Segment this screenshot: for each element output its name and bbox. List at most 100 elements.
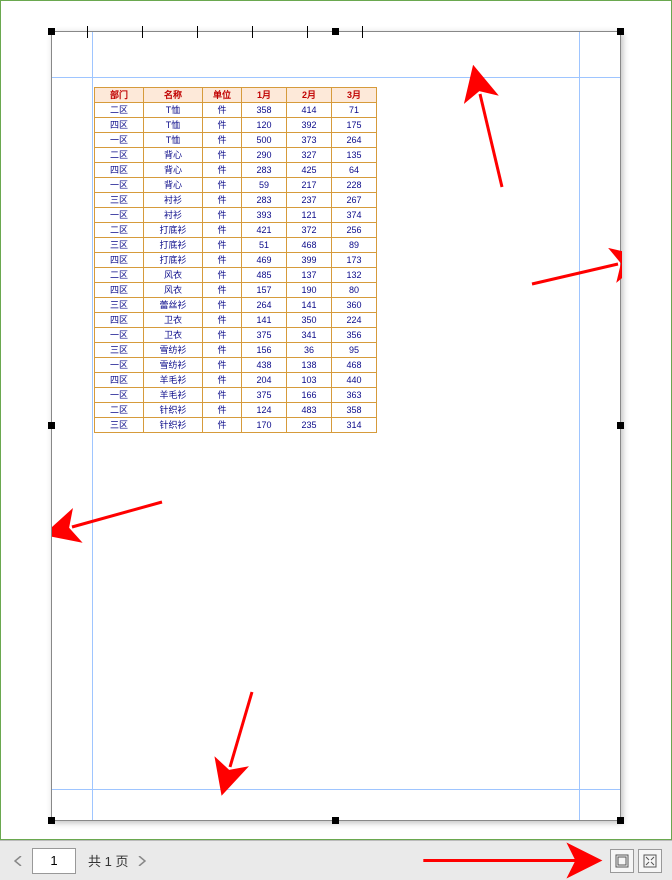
table-cell: 141 bbox=[242, 313, 287, 328]
ruler-tick bbox=[87, 26, 88, 38]
table-cell: 件 bbox=[203, 313, 242, 328]
table-cell: 件 bbox=[203, 208, 242, 223]
table-cell: 51 bbox=[242, 238, 287, 253]
table-cell: 358 bbox=[242, 103, 287, 118]
table-cell: 135 bbox=[332, 148, 377, 163]
resize-handle-sw[interactable] bbox=[48, 817, 55, 824]
table-cell: 103 bbox=[287, 373, 332, 388]
table-cell: 一区 bbox=[95, 388, 144, 403]
table-header-cell: 部门 bbox=[95, 88, 144, 103]
table-cell: 124 bbox=[242, 403, 287, 418]
ruler-tick bbox=[142, 26, 143, 38]
ruler-tick bbox=[252, 26, 253, 38]
table-cell: T恤 bbox=[144, 118, 203, 133]
resize-handle-e[interactable] bbox=[617, 422, 624, 429]
table-cell: 283 bbox=[242, 163, 287, 178]
table-cell: 件 bbox=[203, 178, 242, 193]
table-cell: 一区 bbox=[95, 358, 144, 373]
data-table: 部门名称单位1月2月3月 二区T恤件35841471四区T恤件120392175… bbox=[94, 87, 377, 433]
arrow-annotation bbox=[72, 502, 162, 527]
ruler-tick bbox=[362, 26, 363, 38]
table-cell: 358 bbox=[332, 403, 377, 418]
margin-guide-top bbox=[52, 77, 620, 78]
table-cell: 风衣 bbox=[144, 268, 203, 283]
table-cell: 四区 bbox=[95, 283, 144, 298]
table-cell: 175 bbox=[332, 118, 377, 133]
spacer bbox=[150, 841, 606, 880]
print-preview-area: 部门名称单位1月2月3月 二区T恤件35841471四区T恤件120392175… bbox=[0, 0, 672, 840]
table-row: 三区打底衫件5146889 bbox=[95, 238, 377, 253]
table-cell: 373 bbox=[287, 133, 332, 148]
resize-handle-n[interactable] bbox=[332, 28, 339, 35]
table-cell: 件 bbox=[203, 193, 242, 208]
next-page-button[interactable] bbox=[134, 853, 150, 869]
table-cell: 针织衫 bbox=[144, 403, 203, 418]
table-cell: 件 bbox=[203, 283, 242, 298]
table-row: 四区T恤件120392175 bbox=[95, 118, 377, 133]
table-cell: 469 bbox=[242, 253, 287, 268]
arrow-annotation bbox=[532, 264, 618, 284]
table-cell: 打底衫 bbox=[144, 223, 203, 238]
table-cell: 件 bbox=[203, 358, 242, 373]
table-cell: 件 bbox=[203, 388, 242, 403]
table-cell: 件 bbox=[203, 103, 242, 118]
report-content: 部门名称单位1月2月3月 二区T恤件35841471四区T恤件120392175… bbox=[94, 87, 377, 433]
table-cell: 二区 bbox=[95, 223, 144, 238]
table-cell: 针织衫 bbox=[144, 418, 203, 433]
table-cell: 一区 bbox=[95, 133, 144, 148]
table-cell: 蕾丝衫 bbox=[144, 298, 203, 313]
single-page-icon bbox=[615, 854, 629, 868]
resize-handle-ne[interactable] bbox=[617, 28, 624, 35]
resize-handle-s[interactable] bbox=[332, 817, 339, 824]
table-cell: 件 bbox=[203, 253, 242, 268]
table-cell: 156 bbox=[242, 343, 287, 358]
page-nav-bar: 共 1 页 bbox=[0, 840, 672, 880]
table-cell: 375 bbox=[242, 328, 287, 343]
table-cell: 483 bbox=[287, 403, 332, 418]
table-row: 一区雪纺衫件438138468 bbox=[95, 358, 377, 373]
resize-handle-nw[interactable] bbox=[48, 28, 55, 35]
table-row: 二区风衣件485137132 bbox=[95, 268, 377, 283]
table-cell: 170 bbox=[242, 418, 287, 433]
table-cell: 卫衣 bbox=[144, 328, 203, 343]
table-cell: 一区 bbox=[95, 178, 144, 193]
table-cell: 二区 bbox=[95, 103, 144, 118]
table-cell: 件 bbox=[203, 223, 242, 238]
arrow-annotation bbox=[480, 94, 502, 187]
table-body: 二区T恤件35841471四区T恤件120392175一区T恤件50037326… bbox=[95, 103, 377, 433]
table-cell: 166 bbox=[287, 388, 332, 403]
table-cell: 392 bbox=[287, 118, 332, 133]
table-cell: 425 bbox=[287, 163, 332, 178]
page[interactable]: 部门名称单位1月2月3月 二区T恤件35841471四区T恤件120392175… bbox=[51, 31, 621, 821]
table-cell: 190 bbox=[287, 283, 332, 298]
view-fit-page-button[interactable] bbox=[638, 849, 662, 873]
arrow-annotation-statusbar bbox=[150, 841, 606, 880]
table-cell: 95 bbox=[332, 343, 377, 358]
table-cell: 121 bbox=[287, 208, 332, 223]
table-cell: 204 bbox=[242, 373, 287, 388]
table-cell: 393 bbox=[242, 208, 287, 223]
table-cell: 399 bbox=[287, 253, 332, 268]
table-row: 二区T恤件35841471 bbox=[95, 103, 377, 118]
table-cell: 228 bbox=[332, 178, 377, 193]
resize-handle-se[interactable] bbox=[617, 817, 624, 824]
table-cell: 290 bbox=[242, 148, 287, 163]
table-row: 一区T恤件500373264 bbox=[95, 133, 377, 148]
table-cell: 件 bbox=[203, 418, 242, 433]
table-cell: 三区 bbox=[95, 298, 144, 313]
table-cell: 羊毛衫 bbox=[144, 388, 203, 403]
table-cell: 132 bbox=[332, 268, 377, 283]
table-cell: 360 bbox=[332, 298, 377, 313]
view-single-page-button[interactable] bbox=[610, 849, 634, 873]
table-cell: 件 bbox=[203, 163, 242, 178]
table-row: 二区打底衫件421372256 bbox=[95, 223, 377, 238]
table-header-cell: 1月 bbox=[242, 88, 287, 103]
margin-guide-left bbox=[92, 32, 93, 820]
table-row: 一区卫衣件375341356 bbox=[95, 328, 377, 343]
prev-page-button[interactable] bbox=[10, 853, 26, 869]
table-cell: 风衣 bbox=[144, 283, 203, 298]
page-number-input[interactable] bbox=[32, 848, 76, 874]
resize-handle-w[interactable] bbox=[48, 422, 55, 429]
table-cell: 36 bbox=[287, 343, 332, 358]
chevron-left-icon bbox=[14, 856, 22, 866]
